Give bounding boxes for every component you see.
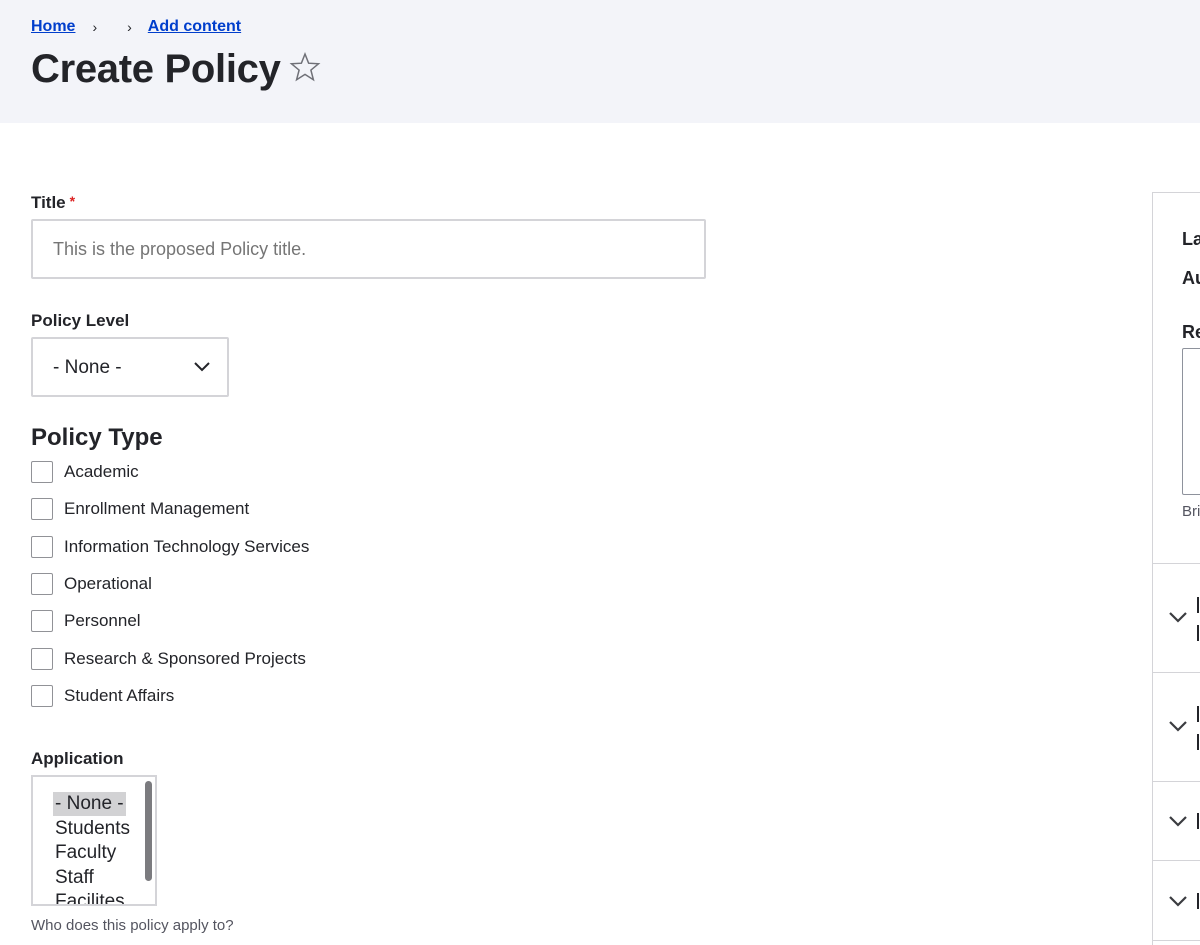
- sidebar-help-text: Bri: [1182, 503, 1200, 520]
- breadcrumb-add-content-link[interactable]: Add content: [148, 18, 241, 36]
- application-option-students[interactable]: Students: [53, 817, 132, 841]
- accordion-1-text-fragment: [1197, 625, 1199, 641]
- title-label: Title *: [31, 193, 76, 212]
- listbox-scrollbar[interactable]: [145, 781, 152, 881]
- sidebar-line-2: Au: [1182, 268, 1200, 288]
- checkbox-label[interactable]: Student Affairs: [64, 686, 174, 706]
- application-option-facilites[interactable]: Facilites: [53, 890, 127, 904]
- accordion-3-text-fragment: [1197, 813, 1199, 829]
- breadcrumb-home-link[interactable]: Home: [31, 18, 75, 36]
- checkbox-label[interactable]: Information Technology Services: [64, 537, 309, 557]
- policy-level-value: - None -: [53, 357, 122, 378]
- checkbox-label[interactable]: Research & Sponsored Projects: [64, 649, 306, 669]
- chevron-down-icon: [194, 362, 210, 372]
- checkbox-row-enrollment-management[interactable]: Enrollment Management: [31, 498, 249, 520]
- chevron-down-icon[interactable]: [1168, 611, 1188, 623]
- application-option-none[interactable]: - None -: [53, 792, 126, 816]
- accordion-1-text-fragment: [1197, 597, 1199, 613]
- checkbox[interactable]: [31, 573, 53, 595]
- checkbox[interactable]: [31, 461, 53, 483]
- sidebar-line-1: La: [1182, 229, 1200, 249]
- chevron-down-icon[interactable]: [1168, 895, 1188, 907]
- accordion-4-text-fragment: [1197, 893, 1199, 909]
- checkbox[interactable]: [31, 498, 53, 520]
- chevron-down-icon[interactable]: [1168, 815, 1188, 827]
- checkbox-row-student-affairs[interactable]: Student Affairs: [31, 685, 174, 707]
- chevron-right-icon: ›: [127, 19, 132, 35]
- accordion-2-text-fragment: [1197, 706, 1199, 722]
- divider: [1153, 860, 1200, 861]
- application-description: Who does this policy apply to?: [31, 917, 234, 934]
- checkbox-row-information-technology-services[interactable]: Information Technology Services: [31, 536, 309, 558]
- divider: [1153, 672, 1200, 673]
- breadcrumb: Home › › Add content: [31, 18, 241, 36]
- application-option-faculty[interactable]: Faculty: [53, 841, 118, 865]
- checkbox-row-academic[interactable]: Academic: [31, 461, 139, 483]
- revision-log-textarea[interactable]: [1182, 348, 1200, 495]
- policy-type-heading: Policy Type: [31, 424, 163, 451]
- checkbox-row-personnel[interactable]: Personnel: [31, 610, 141, 632]
- checkbox[interactable]: [31, 648, 53, 670]
- checkbox-row-research-sponsored-projects[interactable]: Research & Sponsored Projects: [31, 648, 306, 670]
- chevron-right-icon: ›: [92, 19, 98, 35]
- checkbox-row-operational[interactable]: Operational: [31, 573, 152, 595]
- checkbox-label[interactable]: Personnel: [64, 611, 141, 631]
- divider: [1153, 563, 1200, 564]
- checkbox-label[interactable]: Operational: [64, 574, 152, 594]
- required-marker: *: [69, 193, 76, 209]
- checkbox[interactable]: [31, 536, 53, 558]
- checkbox[interactable]: [31, 610, 53, 632]
- meta-sidebar: La Au Re Bri: [1152, 192, 1200, 945]
- policy-level-label: Policy Level: [31, 311, 130, 330]
- sidebar-line-3: Re: [1182, 322, 1200, 342]
- divider: [1153, 940, 1200, 941]
- chevron-down-icon[interactable]: [1168, 720, 1188, 732]
- application-option-staff[interactable]: Staff: [53, 866, 96, 890]
- application-listbox[interactable]: - None - Students Faculty Staff Facilite…: [31, 775, 157, 906]
- checkbox[interactable]: [31, 685, 53, 707]
- application-label: Application: [31, 749, 124, 768]
- star-outline-icon[interactable]: [289, 51, 321, 83]
- title-input[interactable]: [31, 219, 706, 279]
- checkbox-label[interactable]: Enrollment Management: [64, 499, 249, 519]
- divider: [1153, 781, 1200, 782]
- checkbox-label[interactable]: Academic: [64, 462, 139, 482]
- policy-level-select[interactable]: - None -: [31, 337, 229, 397]
- accordion-2-text-fragment: [1197, 734, 1199, 750]
- page-header: Home › › Add content Create Policy: [0, 0, 1200, 123]
- page-title: Create Policy: [31, 47, 281, 91]
